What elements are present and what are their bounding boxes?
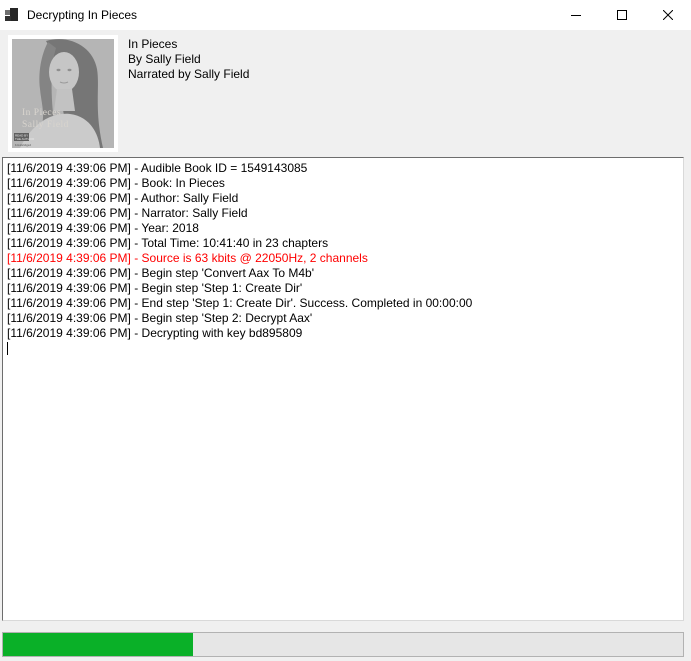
- book-narrator-line: Narrated by Sally Field: [128, 67, 249, 82]
- log-line: [11/6/2019 4:39:06 PM] - Begin step 'Ste…: [7, 311, 679, 326]
- book-cover: In Pieces Sally Field READ BY THE AUTHOR…: [8, 35, 118, 152]
- cover-author-text: Sally Field: [22, 120, 69, 130]
- close-button[interactable]: [645, 0, 691, 30]
- book-author-line: By Sally Field: [128, 52, 249, 67]
- log-line: [11/6/2019 4:39:06 PM] - Book: In Pieces: [7, 176, 679, 191]
- title-bar[interactable]: Decrypting In Pieces: [0, 0, 691, 30]
- maximize-button[interactable]: [599, 0, 645, 30]
- progress-fill: [3, 633, 193, 656]
- book-cover-art: In Pieces Sally Field READ BY THE AUTHOR…: [12, 39, 114, 148]
- log-line: [11/6/2019 4:39:06 PM] - Begin step 'Con…: [7, 266, 679, 281]
- log-line: [11/6/2019 4:39:06 PM] - Total Time: 10:…: [7, 236, 679, 251]
- client-area: In Pieces Sally Field READ BY THE AUTHOR…: [0, 30, 691, 661]
- app-icon: [5, 8, 19, 22]
- log-line: [11/6/2019 4:39:06 PM] - Source is 63 kb…: [7, 251, 679, 266]
- cover-title-text: In Pieces: [22, 108, 61, 118]
- log-line: [11/6/2019 4:39:06 PM] - Year: 2018: [7, 221, 679, 236]
- progress-bar: [2, 632, 684, 657]
- log-lines: [11/6/2019 4:39:06 PM] - Audible Book ID…: [7, 161, 679, 341]
- log-line: [11/6/2019 4:39:06 PM] - Decrypting with…: [7, 326, 679, 341]
- minimize-icon: [571, 15, 581, 16]
- book-title: In Pieces: [128, 37, 249, 52]
- text-caret: [7, 342, 8, 355]
- log-line: [11/6/2019 4:39:06 PM] - Narrator: Sally…: [7, 206, 679, 221]
- log-line: [11/6/2019 4:39:06 PM] - End step 'Step …: [7, 296, 679, 311]
- maximize-icon: [617, 10, 627, 20]
- log-line: [11/6/2019 4:39:06 PM] - Audible Book ID…: [7, 161, 679, 176]
- book-info: In Pieces By Sally Field Narrated by Sal…: [128, 37, 249, 82]
- window-title: Decrypting In Pieces: [27, 8, 137, 22]
- minimize-button[interactable]: [553, 0, 599, 30]
- log-textbox[interactable]: [11/6/2019 4:39:06 PM] - Audible Book ID…: [2, 157, 684, 621]
- log-line: [11/6/2019 4:39:06 PM] - Begin step 'Ste…: [7, 281, 679, 296]
- cover-edition-text: Unabridged: [15, 143, 31, 147]
- log-line: [11/6/2019 4:39:06 PM] - Author: Sally F…: [7, 191, 679, 206]
- close-icon: [663, 10, 673, 20]
- window-controls: [553, 0, 691, 30]
- app-window: Decrypting In Pieces: [0, 0, 691, 661]
- cover-readby-line2: THE AUTHOR: [15, 137, 35, 141]
